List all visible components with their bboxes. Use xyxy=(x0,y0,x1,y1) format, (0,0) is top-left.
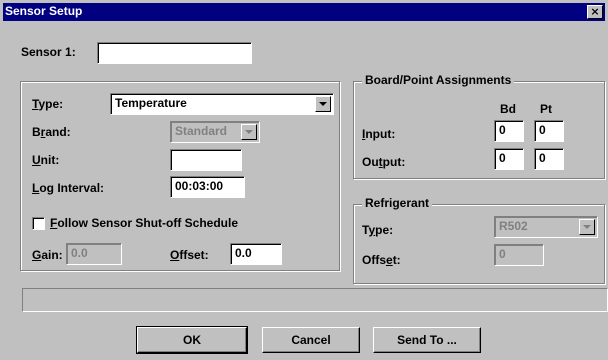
gain-label: Gain: xyxy=(32,248,63,262)
refrigerant-type-value: R502 xyxy=(499,219,528,233)
sensor-name-label: Sensor 1: xyxy=(21,45,76,59)
refrigerant-offset-input: 0 xyxy=(494,244,544,266)
title-bar: Sensor Setup × xyxy=(3,3,605,21)
type-label: Type: xyxy=(32,97,64,111)
log-interval-label: Log Interval: xyxy=(32,181,105,195)
input-label: Input: xyxy=(362,127,396,141)
follow-schedule-checkbox[interactable] xyxy=(32,217,45,230)
chevron-down-icon xyxy=(319,102,327,106)
offset-input[interactable]: 0.0 xyxy=(230,243,282,265)
bd-column-header: Bd xyxy=(500,102,516,116)
gain-input: 0.0 xyxy=(66,243,122,265)
status-bar xyxy=(22,288,608,312)
send-to-button[interactable]: Send To ... xyxy=(373,327,481,353)
offset-label: Offset: xyxy=(170,248,209,262)
pt-column-header: Pt xyxy=(540,102,552,116)
brand-value: Standard xyxy=(175,124,228,138)
cancel-button[interactable]: Cancel xyxy=(262,327,360,353)
input-bd-field[interactable]: 0 xyxy=(494,120,524,142)
window-title: Sensor Setup xyxy=(5,4,83,18)
brand-label: Brand: xyxy=(32,125,71,139)
type-dropdown[interactable]: Temperature xyxy=(110,93,334,115)
sensor-setup-dialog: Sensor Setup × Sensor 1: Type: Temperatu… xyxy=(0,0,608,360)
follow-schedule-label: Follow Sensor Shut-off Schedule xyxy=(50,216,239,230)
log-interval-input[interactable]: 00:03:00 xyxy=(170,176,245,198)
input-pt-field[interactable]: 0 xyxy=(534,120,564,142)
close-icon[interactable]: × xyxy=(587,5,603,19)
brand-dropdown: Standard xyxy=(170,121,260,143)
refrigerant-dropdown-button xyxy=(579,219,595,235)
unit-input[interactable] xyxy=(170,149,242,171)
type-value: Temperature xyxy=(115,96,187,110)
output-label: Output: xyxy=(362,155,406,169)
board-point-title: Board/Point Assignments xyxy=(362,73,515,87)
unit-label: Unit: xyxy=(32,153,60,167)
chevron-down-icon xyxy=(583,225,591,229)
refrigerant-title: Refrigerant xyxy=(362,196,433,210)
output-bd-field[interactable]: 0 xyxy=(494,148,524,170)
ok-button[interactable]: OK xyxy=(136,326,248,354)
chevron-down-icon xyxy=(245,130,253,134)
brand-dropdown-button xyxy=(241,124,257,140)
refrigerant-type-label: Type: xyxy=(362,223,394,237)
refrigerant-type-dropdown: R502 xyxy=(494,216,598,238)
output-pt-field[interactable]: 0 xyxy=(534,148,564,170)
sensor-name-input[interactable] xyxy=(97,42,252,64)
type-dropdown-button[interactable] xyxy=(315,96,331,112)
refrigerant-offset-label: Offset: xyxy=(362,253,401,267)
